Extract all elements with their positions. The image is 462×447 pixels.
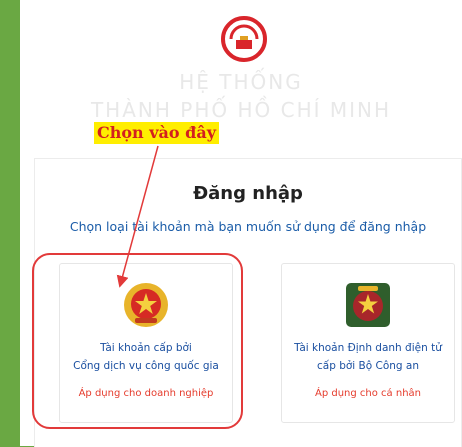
option-line-1: Tài khoản Định danh điện tử [294, 342, 442, 354]
option-line-2: Cổng dịch vụ công quốc gia [73, 360, 219, 372]
option-line-1: Tài khoản cấp bởi [100, 342, 192, 354]
option-national-portal-account[interactable]: Tài khoản cấp bởi Cổng dịch vụ công quốc… [59, 263, 233, 423]
national-emblem-icon [124, 283, 168, 327]
option-line-2: cấp bởi Bộ Công an [316, 360, 420, 372]
login-page: HỆ THỐNG THÀNH PHỐ HỒ CHÍ MINH Đăng nhập… [20, 0, 462, 447]
option-note: Áp dụng cho cá nhân [315, 388, 421, 399]
option-police-eid-account[interactable]: Tài khoản Định danh điện tử cấp bởi Bộ C… [281, 263, 455, 423]
annotation-label: Chọn vào đây [94, 122, 219, 144]
login-card: Đăng nhập Chọn loại tài khoản mà bạn muố… [34, 158, 462, 447]
system-title: HỆ THỐNG [179, 70, 303, 94]
option-note: Áp dụng cho doanh nghiệp [78, 388, 214, 399]
police-badge-icon [346, 283, 390, 327]
login-title: Đăng nhập [193, 183, 303, 204]
login-subtitle: Chọn loại tài khoản mà bạn muốn sử dụng … [69, 219, 427, 234]
city-logo-icon [221, 16, 267, 62]
system-subtitle: THÀNH PHỐ HỒ CHÍ MINH [90, 98, 392, 122]
